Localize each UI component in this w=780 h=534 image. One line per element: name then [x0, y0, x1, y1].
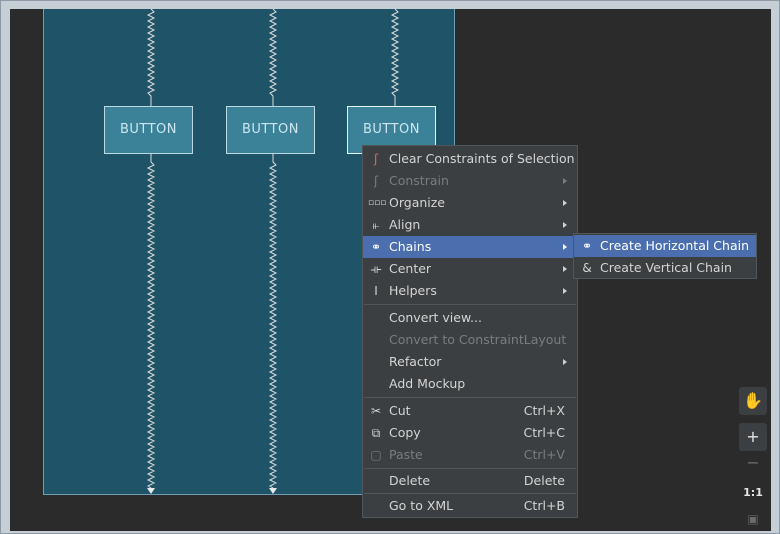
center-icon: ⟛: [370, 262, 382, 276]
menu-item-align[interactable]: ⫦ Align: [363, 214, 577, 236]
menu-item-create-vertical-chain[interactable]: & Create Vertical Chain: [574, 257, 756, 279]
button-widget-2[interactable]: BUTTON: [226, 106, 315, 154]
menu-item-delete[interactable]: Delete Delete: [363, 470, 577, 492]
menu-item-organize[interactable]: ▫▫▫ Organize: [363, 192, 577, 214]
constrain-icon: ʃ: [373, 174, 379, 188]
zoom-actual-size-button[interactable]: 1:1: [739, 479, 767, 507]
chain-anchor-2: [269, 488, 277, 494]
chain-top-1: [146, 9, 156, 106]
clear-constraints-icon: ʃ: [373, 152, 379, 166]
menu-item-add-mockup[interactable]: Add Mockup: [363, 373, 577, 395]
menu-item-clear-constraints[interactable]: ʃ Clear Constraints of Selection: [363, 148, 577, 170]
menu-item-helpers[interactable]: Ⅰ Helpers: [363, 280, 577, 302]
organize-icon: ▫▫▫: [368, 198, 387, 208]
menu-item-create-horizontal-chain[interactable]: ⚭ Create Horizontal Chain: [574, 235, 756, 257]
copy-icon: ⧉: [371, 426, 381, 440]
menu-item-copy[interactable]: ⧉ Copy Ctrl+C: [363, 422, 577, 444]
helpers-icon: Ⅰ: [374, 284, 378, 298]
submenu-arrow-icon: [563, 359, 567, 365]
chain-bottom-1: [146, 154, 156, 489]
menu-item-convert-view[interactable]: Convert view...: [363, 307, 577, 329]
button-widget-1[interactable]: BUTTON: [104, 106, 193, 154]
paste-icon: ▢: [370, 448, 382, 462]
fit-screen-icon[interactable]: ▣: [739, 505, 767, 533]
submenu-arrow-icon: [563, 266, 567, 272]
chains-submenu: ⚭ Create Horizontal Chain & Create Verti…: [573, 233, 757, 279]
menu-separator: [364, 468, 576, 469]
submenu-arrow-icon: [563, 200, 567, 206]
editor-frame: BUTTON BUTTON BUTTON ✋ + − 1:1 ▣ ʃ Clear…: [0, 0, 780, 534]
chain-top-3: [390, 9, 400, 106]
chain-anchor-1: [147, 488, 155, 494]
submenu-arrow-icon: [563, 178, 567, 184]
chain-bottom-2: [268, 154, 278, 489]
menu-item-paste[interactable]: ▢ Paste Ctrl+V: [363, 444, 577, 466]
zoom-in-button[interactable]: +: [739, 423, 767, 451]
menu-separator: [364, 397, 576, 398]
horizontal-chain-icon: ⚭: [581, 239, 593, 253]
menu-separator: [364, 304, 576, 305]
menu-separator: [364, 493, 576, 494]
vertical-chain-icon: &: [582, 261, 592, 275]
submenu-arrow-icon: [563, 288, 567, 294]
menu-item-refactor[interactable]: Refactor: [363, 351, 577, 373]
submenu-arrow-icon: [563, 244, 567, 250]
align-icon: ⫦: [372, 218, 380, 232]
chain-top-2: [268, 9, 278, 106]
menu-item-constrain[interactable]: ʃ Constrain: [363, 170, 577, 192]
context-menu: ʃ Clear Constraints of Selection ʃ Const…: [362, 145, 578, 518]
chains-icon: ⚭: [370, 240, 382, 254]
cut-icon: ✂: [370, 404, 382, 418]
menu-item-chains[interactable]: ⚭ Chains: [363, 236, 577, 258]
menu-item-convert-constraintlayout[interactable]: Convert to ConstraintLayout: [363, 329, 577, 351]
menu-item-cut[interactable]: ✂ Cut Ctrl+X: [363, 400, 577, 422]
zoom-out-button[interactable]: −: [739, 449, 767, 477]
menu-item-go-to-xml[interactable]: Go to XML Ctrl+B: [363, 495, 577, 517]
zoom-toolbar: ✋ + − 1:1 ▣: [739, 387, 767, 529]
submenu-arrow-icon: [563, 222, 567, 228]
pan-hand-icon[interactable]: ✋: [739, 387, 767, 415]
menu-item-center[interactable]: ⟛ Center: [363, 258, 577, 280]
